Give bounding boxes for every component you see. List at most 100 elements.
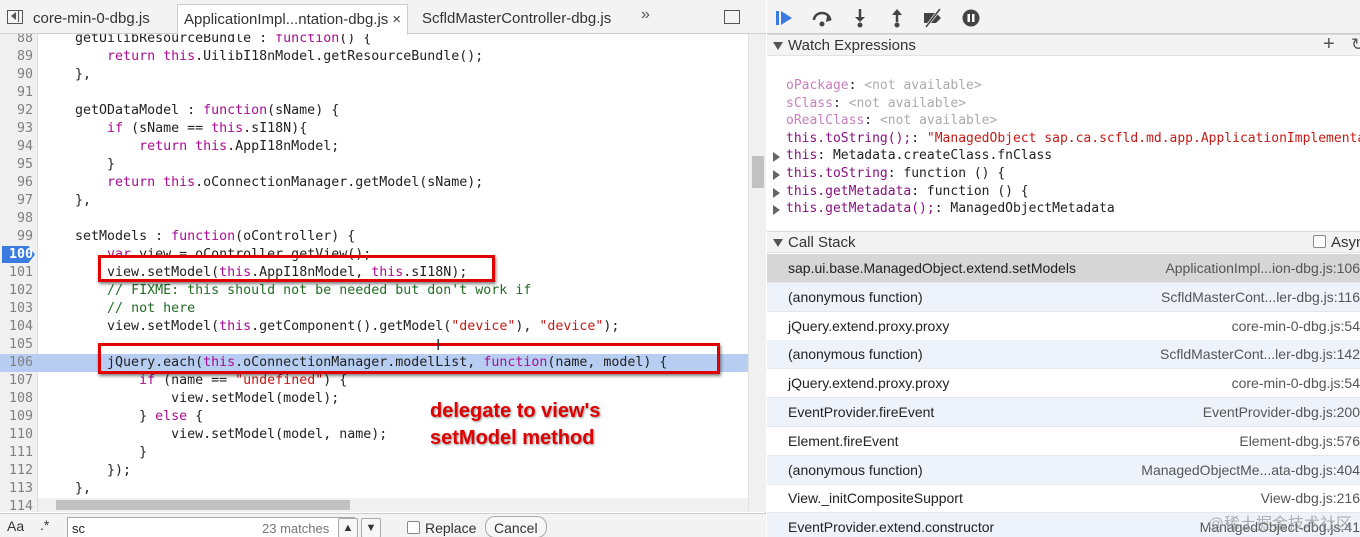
watch-item[interactable]: oPackage: <not available> [786, 77, 982, 95]
code-line[interactable]: 96 return this.oConnectionManager.getMod… [0, 174, 748, 192]
code-line[interactable]: 88 getUilibResourceBundle : function() { [0, 34, 748, 48]
watch-item[interactable]: this.getMetadata: function () { [773, 183, 1029, 201]
code-line[interactable]: 111 } [0, 444, 748, 462]
code-line[interactable]: 98 [0, 210, 748, 228]
code-line[interactable]: 93 if (sName == this.sI18N){ [0, 120, 748, 138]
watch-item[interactable]: this.getMetadata();: ManagedObjectMetada… [773, 200, 1115, 218]
code-line[interactable]: 95 } [0, 156, 748, 174]
call-frame[interactable]: jQuery.extend.proxy.proxy core-min-0-dbg.… [767, 369, 1360, 399]
call-frame[interactable]: sap.ui.base.ManagedObject.extend.setMode… [767, 254, 1360, 283]
watch-expressions-header[interactable]: Watch Expressions + ↻ [767, 33, 1360, 56]
line-number[interactable]: 96 [0, 174, 33, 192]
toggle-navigator-icon[interactable] [7, 10, 23, 24]
expand-triangle-icon[interactable] [773, 187, 780, 198]
code-line[interactable]: 109 } else { [0, 408, 748, 426]
line-number[interactable]: 105 [0, 336, 33, 354]
line-number[interactable]: 113 [0, 480, 33, 498]
line-number[interactable]: 109 [0, 408, 33, 426]
vertical-scroll-thumb[interactable] [752, 156, 764, 188]
toggle-debugger-sidebar-icon[interactable] [724, 10, 740, 24]
add-watch-icon[interactable]: + [1323, 33, 1335, 56]
regex-toggle[interactable]: .* [40, 517, 49, 533]
code-line[interactable]: 112 }); [0, 462, 748, 480]
watch-item[interactable]: this.toString: function () { [773, 165, 1005, 183]
expand-triangle-icon[interactable] [773, 170, 780, 180]
line-number[interactable]: 88 [0, 34, 33, 48]
resume-icon[interactable] [774, 8, 796, 28]
async-checkbox[interactable] [1313, 235, 1326, 248]
call-frame[interactable]: (anonymous function) ScfldMasterCont...le… [767, 340, 1360, 370]
frame-location-link[interactable]: ManagedObjectMe...ata-dbg.js:404 [1141, 456, 1360, 484]
call-frame[interactable]: (anonymous function) ManagedObjectMe...at… [767, 455, 1360, 485]
line-number[interactable]: 89 [0, 48, 33, 66]
vertical-scrollbar[interactable] [748, 34, 766, 512]
call-stack-header[interactable]: Call Stack Async [767, 231, 1360, 253]
close-tab-icon[interactable]: × [392, 11, 401, 28]
line-number[interactable]: 90 [0, 66, 33, 84]
line-number[interactable]: 100 [0, 246, 33, 264]
replace-checkbox[interactable] [407, 521, 420, 534]
line-number[interactable]: 104 [0, 318, 33, 336]
code-line[interactable]: 91 [0, 84, 748, 102]
search-next-button[interactable]: ▼ [361, 518, 381, 537]
tab-scfld-master-controller[interactable]: ScfldMasterController-dbg.js [422, 4, 611, 34]
code-line[interactable]: 97 }, [0, 192, 748, 210]
search-previous-button[interactable]: ▲ [338, 518, 358, 537]
horizontal-scroll-thumb[interactable] [56, 500, 350, 510]
code-line[interactable]: 94 return this.AppI18nModel; [0, 138, 748, 156]
code-line[interactable]: 108 view.setModel(model); [0, 390, 748, 408]
watch-item[interactable]: this.toString();: "ManagedObject sap.ca.… [786, 130, 1360, 148]
horizontal-scrollbar[interactable] [38, 498, 748, 512]
match-case-toggle[interactable]: Aa [7, 518, 24, 534]
frame-location-link[interactable]: Element-dbg.js:576 [1239, 427, 1360, 455]
line-number[interactable]: 97 [0, 192, 33, 210]
line-number[interactable]: 91 [0, 84, 33, 102]
line-number[interactable]: 101 [0, 264, 33, 282]
code-line[interactable]: 99 setModels : function(oController) { [0, 228, 748, 246]
pause-on-exceptions-icon[interactable] [960, 8, 982, 28]
line-number[interactable]: 95 [0, 156, 33, 174]
watch-item[interactable]: this: Metadata.createClass.fnClass [773, 147, 1052, 165]
frame-location-link[interactable]: ScfldMasterCont...ler-dbg.js:116 [1161, 283, 1360, 311]
line-number[interactable]: 107 [0, 372, 33, 390]
watch-item[interactable]: sClass: <not available> [786, 95, 966, 113]
call-frame[interactable]: (anonymous function) ScfldMasterCont...le… [767, 282, 1360, 312]
frame-location-link[interactable]: EventProvider-dbg.js:200 [1203, 398, 1360, 426]
line-number[interactable]: 98 [0, 210, 33, 228]
watch-item[interactable]: oRealClass: <not available> [786, 112, 997, 130]
call-frame[interactable]: jQuery.extend.proxy.proxy core-min-0-dbg.… [767, 312, 1360, 341]
code-line[interactable]: 104 view.setModel(this.getComponent().ge… [0, 318, 748, 336]
call-frame[interactable]: Element.fireEvent Element-dbg.js:576 [767, 427, 1360, 456]
line-number[interactable]: 103 [0, 300, 33, 318]
step-out-icon[interactable] [886, 8, 908, 28]
line-number[interactable]: 108 [0, 390, 33, 408]
line-number[interactable]: 92 [0, 102, 33, 120]
code-line[interactable]: 113 }, [0, 480, 748, 498]
code-line[interactable]: 89 return this.UilibI18nModel.getResourc… [0, 48, 748, 66]
cancel-button[interactable]: Cancel [485, 516, 547, 537]
line-number[interactable]: 93 [0, 120, 33, 138]
line-number[interactable]: 106 [0, 354, 33, 372]
step-into-icon[interactable] [849, 8, 871, 28]
line-number[interactable]: 99 [0, 228, 33, 246]
line-number[interactable]: 102 [0, 282, 33, 300]
line-number[interactable]: 110 [0, 426, 33, 444]
code-line[interactable]: 90 }, [0, 66, 748, 84]
refresh-watch-icon[interactable]: ↻ [1351, 35, 1360, 55]
tab-application-impl[interactable]: ApplicationImpl...ntation-dbg.js × [177, 4, 409, 35]
tab-core-min[interactable]: core-min-0-dbg.js [33, 4, 150, 34]
frame-location-link[interactable]: View-dbg.js:216 [1261, 484, 1360, 512]
line-number[interactable]: 111 [0, 444, 33, 462]
code-line[interactable]: 102 // FIXME: this should not be needed … [0, 282, 748, 300]
code-line[interactable]: 110 view.setModel(model, name); [0, 426, 748, 444]
code-line[interactable]: 92 getODataModel : function(sName) { [0, 102, 748, 120]
frame-location-link[interactable]: ApplicationImpl...ion-dbg.js:106 [1165, 254, 1360, 282]
line-number[interactable]: 112 [0, 462, 33, 480]
deactivate-breakpoints-icon[interactable] [922, 8, 944, 28]
call-frame[interactable]: EventProvider.fireEvent EventProvider-dbg… [767, 398, 1360, 427]
frame-location-link[interactable]: core-min-0-dbg.js:54 [1232, 312, 1360, 340]
frame-location-link[interactable]: core-min-0-dbg.js:54 [1232, 369, 1360, 397]
tab-overflow-icon[interactable]: » [641, 6, 650, 24]
line-number[interactable]: 114 [0, 498, 33, 512]
code-line[interactable]: 103 // not here [0, 300, 748, 318]
